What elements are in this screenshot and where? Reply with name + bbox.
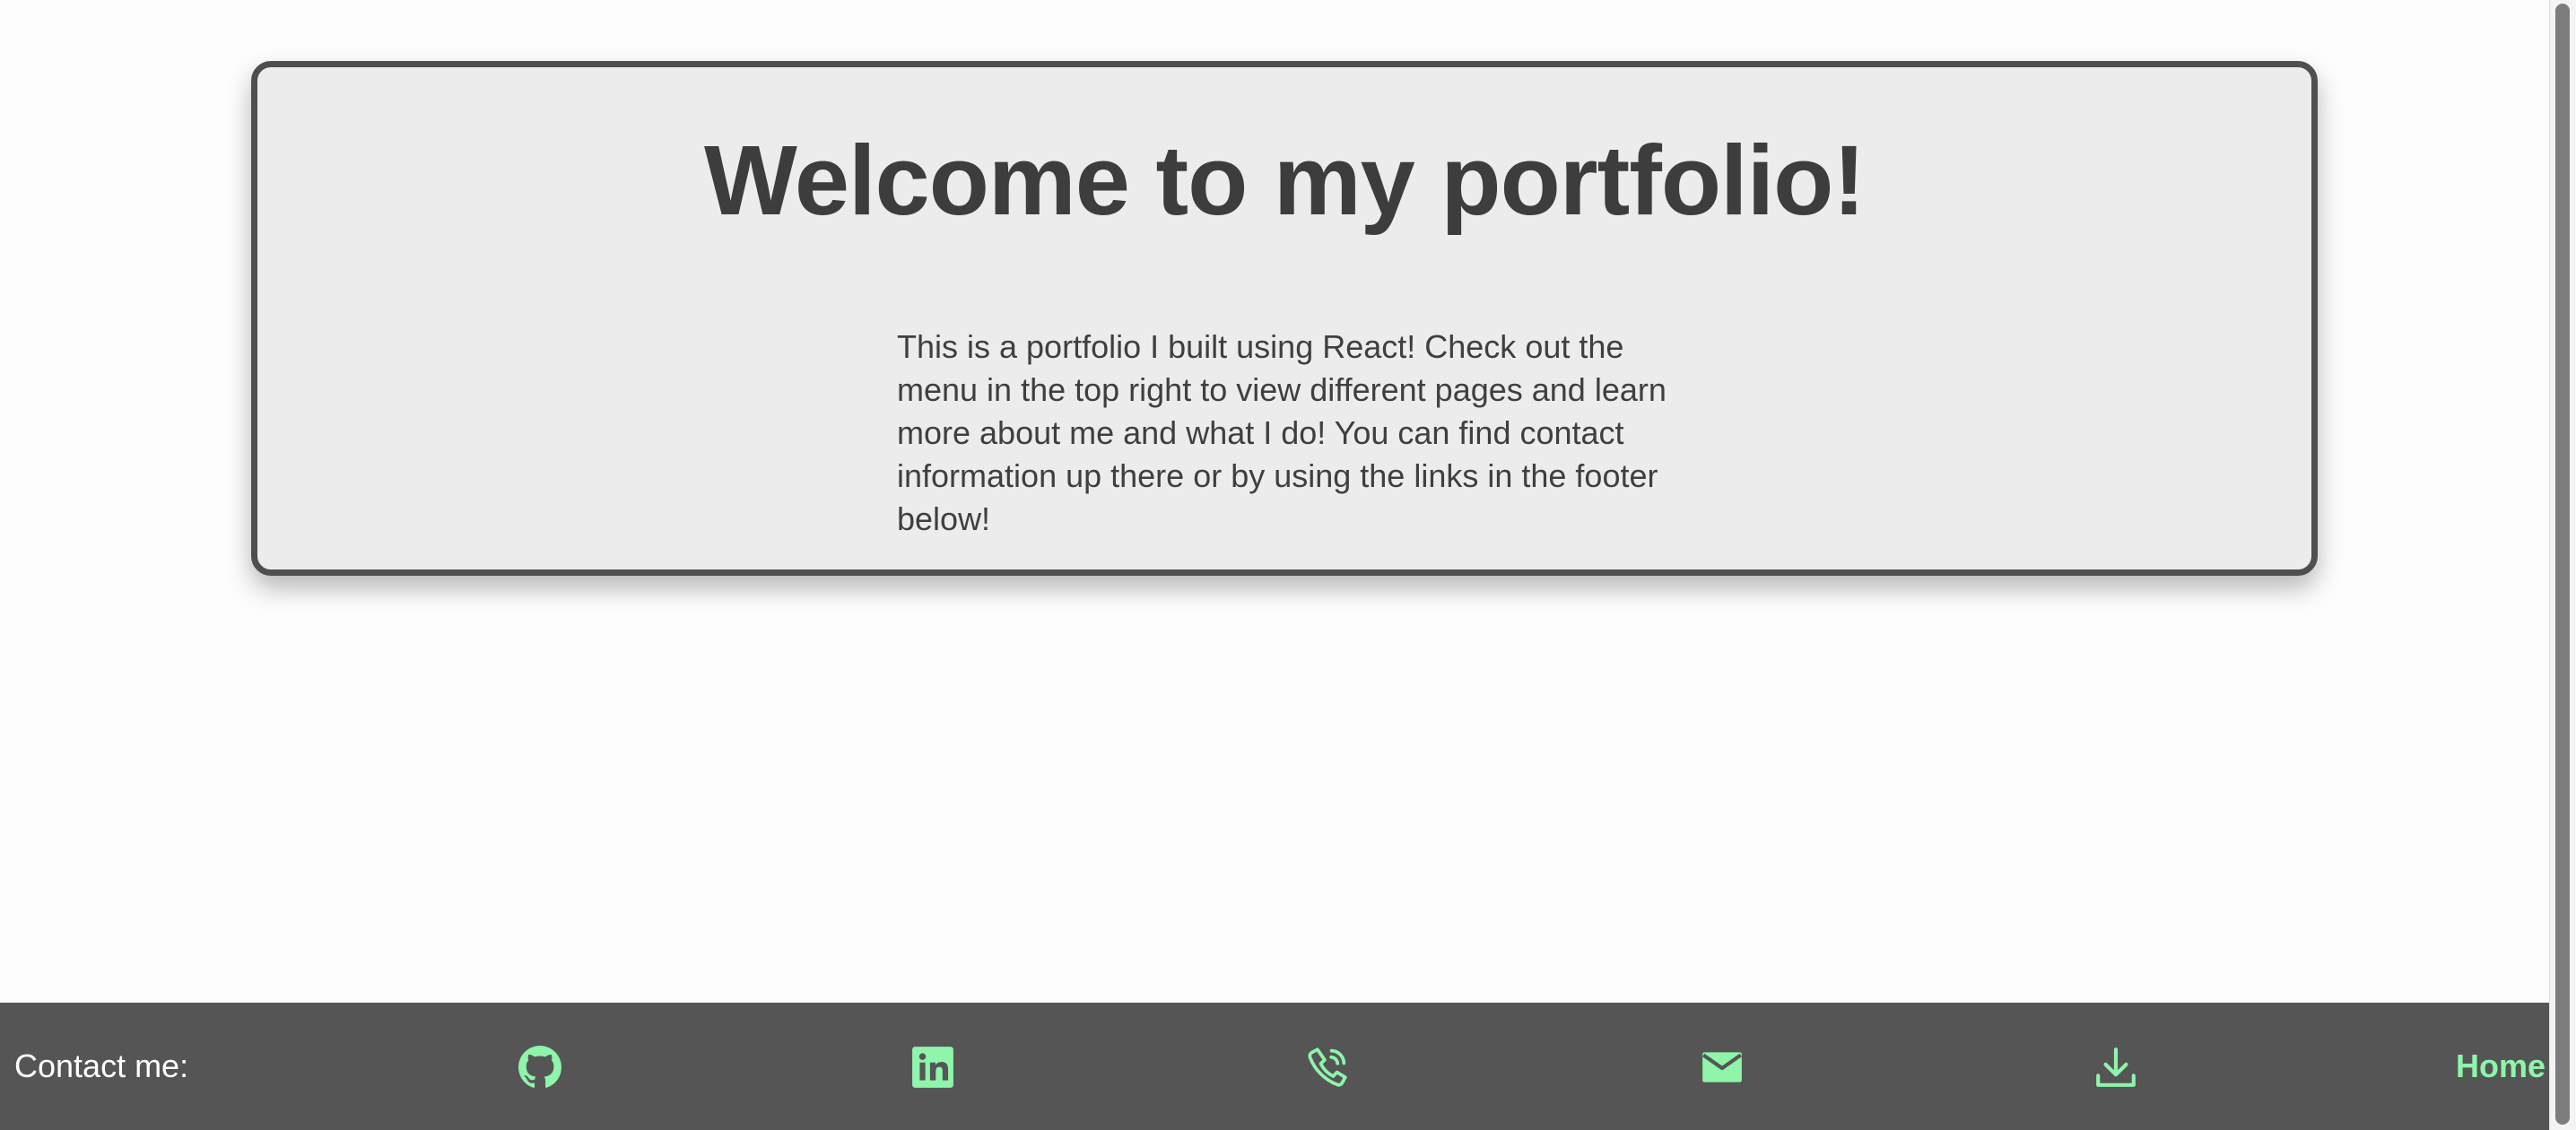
page: Welcome to my portfolio! This is a portf… [0, 0, 2576, 1130]
page-title: Welcome to my portfolio! [703, 126, 1866, 236]
github-icon[interactable] [518, 1045, 562, 1090]
phone-icon[interactable] [1305, 1045, 1350, 1090]
contact-label: Contact me: [14, 1047, 189, 1084]
linkedin-icon[interactable] [910, 1045, 955, 1090]
download-icon[interactable] [2093, 1045, 2138, 1090]
scrollbar[interactable] [2549, 0, 2576, 1130]
hero-card: Welcome to my portfolio! This is a portf… [251, 61, 2318, 576]
email-icon[interactable] [1700, 1045, 1745, 1090]
footer: Contact me: Home [0, 1003, 2549, 1130]
intro-paragraph: This is a portfolio I built using React!… [897, 328, 1667, 537]
nav-home-link[interactable]: Home [2456, 1003, 2549, 1130]
scrollbar-thumb[interactable] [2555, 4, 2570, 1125]
